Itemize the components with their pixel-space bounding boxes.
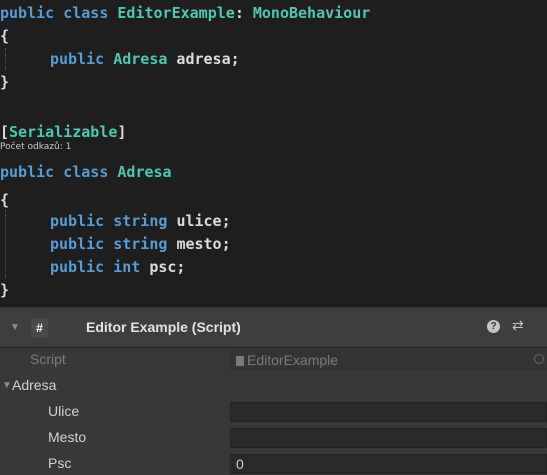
foldout-arrow-icon[interactable]: ▼ xyxy=(2,380,12,391)
code-line-field-mesto: public string mesto; xyxy=(50,235,231,253)
code-line-field-ulice: public string ulice; xyxy=(50,212,231,230)
inspector-panel: ▼ # Editor Example (Script) ? ⇄ Script E… xyxy=(0,307,547,475)
ulice-row: Ulice xyxy=(0,401,547,423)
ulice-label: Ulice xyxy=(48,403,80,419)
mesto-label: Mesto xyxy=(48,429,87,445)
code-line-close-brace: } xyxy=(0,73,10,91)
settings-icon[interactable]: ⇄ xyxy=(512,317,524,334)
code-line-class-adresa: public class Adresa xyxy=(0,163,172,181)
code-line-field-adresa: public Adresa adresa; xyxy=(50,50,240,68)
indent-guide xyxy=(5,48,6,70)
code-line-open-brace: { xyxy=(0,191,10,209)
code-line-attribute: [Serializable] xyxy=(0,123,127,141)
script-row: Script EditorExample xyxy=(0,349,547,371)
codelens-references[interactable]: Počet odkazů: 1 xyxy=(0,142,71,152)
code-line-field-psc: public int psc; xyxy=(50,258,186,276)
psc-field[interactable]: 0 xyxy=(230,454,547,474)
foldout-arrow-icon[interactable]: ▼ xyxy=(10,322,20,333)
adresa-label: Adresa xyxy=(12,377,57,393)
component-title: Editor Example (Script) xyxy=(86,319,241,335)
code-line-close-brace: } xyxy=(0,281,10,299)
ulice-field[interactable] xyxy=(230,402,547,422)
adresa-foldout[interactable]: ▼ Adresa xyxy=(0,375,547,397)
code-line-class-editorexample: public class EditorExample: MonoBehaviou… xyxy=(0,4,371,22)
psc-label: Psc xyxy=(48,455,72,471)
code-line-open-brace: { xyxy=(0,27,10,45)
help-icon[interactable]: ? xyxy=(487,320,500,333)
script-label: Script xyxy=(30,351,66,367)
mesto-row: Mesto xyxy=(0,427,547,449)
psc-row: Psc 0 xyxy=(0,453,547,475)
mesto-field[interactable] xyxy=(230,428,547,448)
script-field: EditorExample xyxy=(230,350,547,370)
indent-guide xyxy=(5,210,6,278)
script-icon: # xyxy=(31,318,48,338)
script-value: EditorExample xyxy=(247,352,339,368)
code-editor[interactable]: public class EditorExample: MonoBehaviou… xyxy=(0,0,547,307)
script-file-icon xyxy=(236,356,244,366)
object-picker-icon xyxy=(534,354,544,364)
component-header[interactable]: ▼ # Editor Example (Script) ? ⇄ xyxy=(0,309,547,348)
